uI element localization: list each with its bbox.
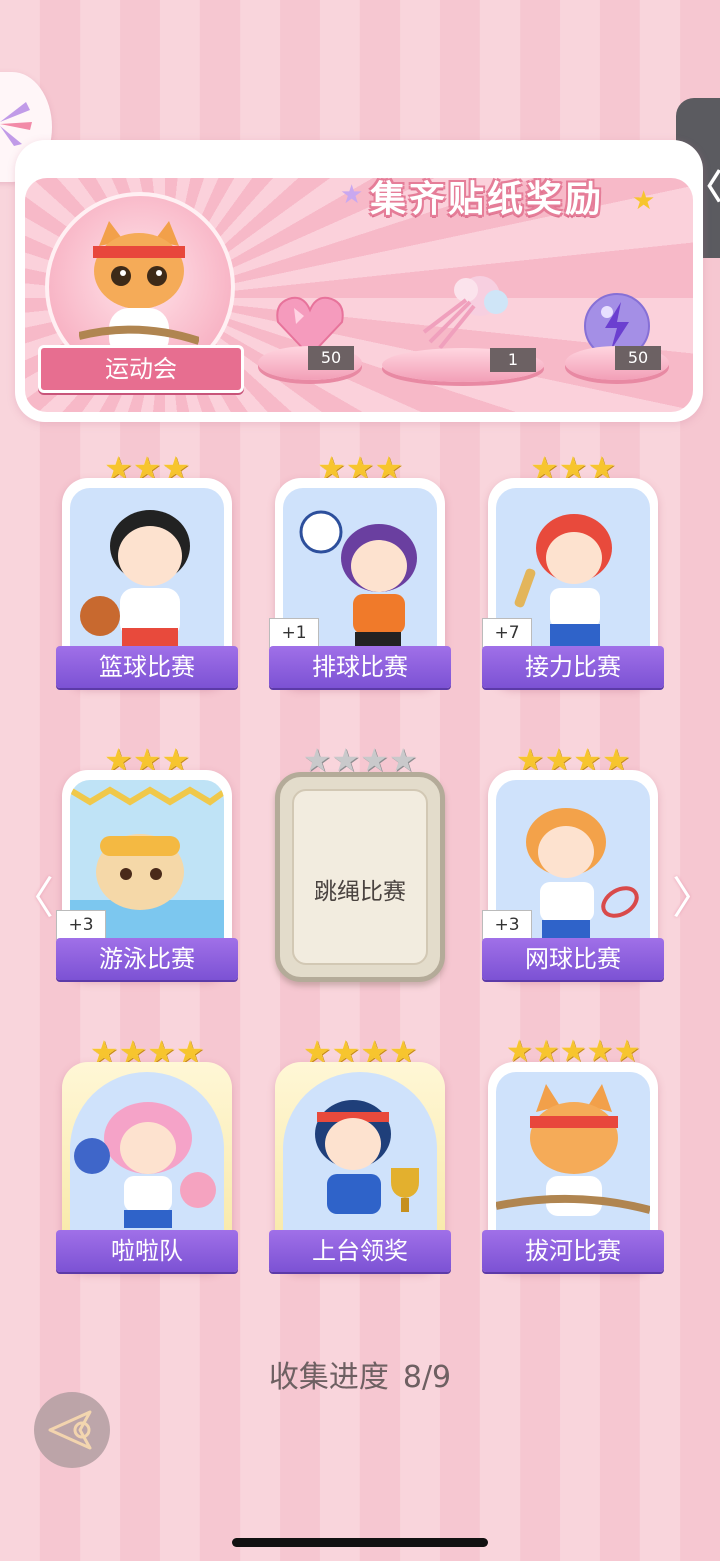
- sticker-card-swimming[interactable]: ★★★ +3 游泳比赛: [56, 744, 238, 982]
- sticker-card-tug-of-war[interactable]: ★★★★★ 拔河比赛: [482, 1036, 664, 1274]
- card-label: 网球比赛: [482, 938, 664, 980]
- progress-label: 收集进度: [268, 1360, 389, 1395]
- collection-progress: 收集进度 8/9: [0, 1352, 720, 1396]
- next-page-arrow[interactable]: 〉: [672, 862, 716, 926]
- sticker-card-tennis[interactable]: ★★★★ +3 网球比赛: [482, 744, 664, 982]
- back-icon: [48, 1410, 92, 1450]
- back-button[interactable]: [34, 1392, 110, 1468]
- sticker-card-cheerleading[interactable]: ★★★★ 啦啦队: [56, 1036, 238, 1274]
- card-label: 上台领奖: [269, 1230, 451, 1272]
- banner-title: 集齐贴纸奖励: [370, 179, 605, 220]
- star-decoration-icon: ★: [340, 180, 364, 210]
- sticker-card-award[interactable]: ★★★★ 上台领奖: [269, 1036, 451, 1274]
- card-label: 游泳比赛: [56, 938, 238, 980]
- sticker-card-volleyball[interactable]: ★★★ +1 排球比赛: [269, 452, 451, 690]
- reward-count: 50: [308, 346, 354, 370]
- reward-lightning-orb[interactable]: 50: [565, 290, 669, 380]
- card-label: 拔河比赛: [482, 1230, 664, 1272]
- sticker-card-basketball[interactable]: ★★★ 篮球比赛: [56, 452, 238, 690]
- card-label: 排球比赛: [269, 646, 451, 688]
- arrow-left-icon: 〈: [10, 873, 54, 924]
- star-decoration-icon: ★: [632, 186, 656, 216]
- card-label: 篮球比赛: [56, 646, 238, 688]
- reward-count: 50: [615, 346, 661, 370]
- prev-page-arrow[interactable]: 〈: [10, 862, 54, 926]
- cat-tug-of-war-icon: [79, 221, 199, 358]
- fan-icon: [0, 102, 32, 146]
- progress-value: 8/9: [402, 1360, 452, 1395]
- bonus-badge: +3: [482, 910, 532, 940]
- card-label: 啦啦队: [56, 1230, 238, 1272]
- card-label: 接力比赛: [482, 646, 664, 688]
- flower-bouquet-icon: [422, 276, 508, 350]
- reward-flower-bouquet[interactable]: 1: [382, 270, 544, 382]
- bonus-badge: +1: [269, 618, 319, 648]
- bonus-badge: +7: [482, 618, 532, 648]
- home-indicator: [232, 1538, 488, 1547]
- bonus-badge: +3: [56, 910, 106, 940]
- event-name-label: 运动会: [38, 345, 244, 393]
- arrow-right-icon: 〉: [672, 873, 716, 924]
- sticker-card-jump-rope-locked[interactable]: ★★★★ 跳绳比赛: [275, 744, 445, 982]
- reward-heart-gem[interactable]: 50: [258, 290, 362, 380]
- locked-card-frame: 跳绳比赛: [275, 772, 445, 982]
- reward-count: 1: [490, 348, 536, 372]
- sticker-card-relay[interactable]: ★★★ +7 接力比赛: [482, 452, 664, 690]
- card-label: 跳绳比赛: [314, 879, 406, 905]
